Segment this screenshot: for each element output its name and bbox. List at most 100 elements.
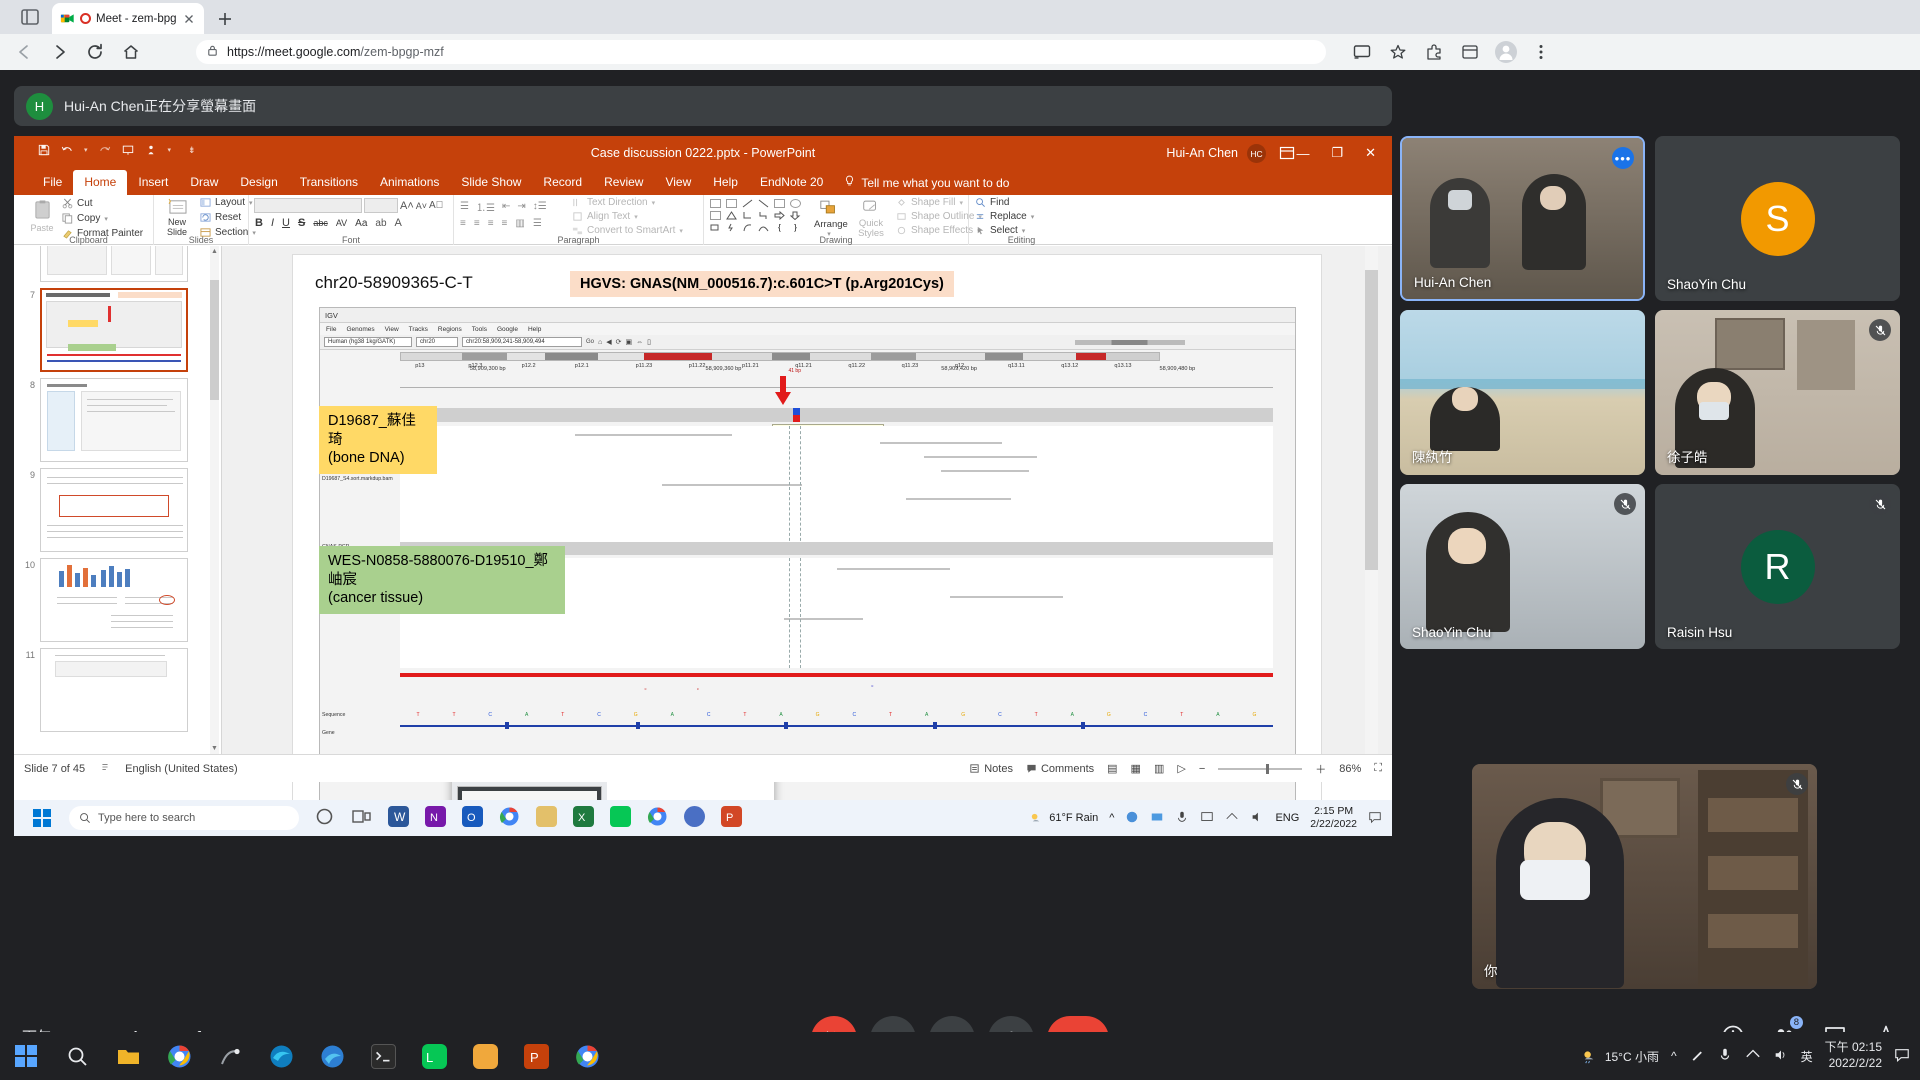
igv-menu-help[interactable]: Help — [528, 326, 541, 333]
layout-button[interactable]: Layout ▾ — [200, 197, 256, 208]
new-tab-button[interactable] — [214, 8, 236, 30]
tab-search-icon[interactable] — [20, 7, 42, 27]
copy-dropdown-icon[interactable]: ▾ — [104, 215, 108, 223]
slide-thumbnail-pane[interactable]: 7 8 9 10 11 ▲ ▼ — [14, 246, 222, 754]
minimize-button[interactable]: — — [1296, 146, 1309, 161]
igv-chromosome-select[interactable]: chr20 — [416, 337, 458, 347]
chrome-icon-os[interactable] — [167, 1044, 192, 1069]
shape-triangle[interactable] — [726, 211, 737, 220]
participant-tile-shaoyin-chu-avatar[interactable]: S ShaoYin Chu — [1655, 136, 1900, 301]
participant-tile-shaoyin-chu-video[interactable]: ShaoYin Chu — [1400, 484, 1645, 649]
os-network-icon[interactable] — [1745, 1047, 1761, 1066]
shape-rectangle[interactable] — [774, 199, 785, 208]
line-icon[interactable] — [610, 806, 631, 827]
shape-connector[interactable] — [758, 211, 769, 220]
language-indicator-taskbar[interactable]: ENG — [1275, 812, 1299, 824]
share-button-shortcut[interactable] — [1366, 312, 1384, 334]
network-icon[interactable] — [1225, 810, 1239, 827]
igv-home-icon[interactable]: ⌂ — [598, 339, 602, 346]
igv-menu-view[interactable]: View — [385, 326, 399, 333]
hgvs-annotation[interactable]: HGVS: GNAS(NM_000516.7):c.601C>T (p.Arg2… — [570, 271, 954, 297]
slide-thumbnail-6[interactable] — [22, 246, 221, 282]
italic-button[interactable]: I — [271, 217, 274, 229]
shape-lightning[interactable] — [726, 223, 737, 232]
callout-cancer-tissue[interactable]: WES-N0858-5880076-D19510_鄭岫宸 (cancer tis… — [319, 546, 565, 614]
shadow-button[interactable]: S — [298, 217, 305, 229]
comments-button[interactable]: Comments — [1026, 763, 1094, 775]
tray-icon-2[interactable] — [1150, 810, 1164, 827]
participant-tile-self[interactable]: 你 — [1472, 764, 1817, 989]
chrome-icon-os-2[interactable] — [575, 1044, 600, 1069]
igv-menu-file[interactable]: File — [326, 326, 336, 333]
shape-curve[interactable] — [742, 223, 753, 232]
igv-region-icon[interactable]: ▣ — [626, 338, 633, 346]
more-menu-icon[interactable] — [1531, 42, 1551, 62]
tab-file[interactable]: File — [32, 170, 73, 195]
arrange-label[interactable]: Arrange — [814, 219, 848, 230]
tab-draw[interactable]: Draw — [179, 170, 229, 195]
tab-endnote[interactable]: EndNote 20 — [749, 170, 834, 195]
strikethrough-button[interactable]: abc — [313, 218, 328, 228]
text-highlight-icon[interactable]: ab — [375, 218, 386, 229]
os-volume-icon[interactable] — [1773, 1047, 1789, 1066]
increase-indent-icon[interactable]: ⇥ — [517, 201, 525, 212]
powerpoint-user-avatar[interactable]: HC — [1247, 144, 1266, 163]
os-clock[interactable]: 下午 02:15 2022/2/22 — [1825, 1040, 1882, 1071]
shared-screen[interactable]: ▾ ▾ ⇟ Case discussion 0222.pptx - PowerP… — [14, 136, 1392, 836]
profile-icon[interactable] — [1495, 41, 1517, 63]
start-button-os[interactable] — [14, 1044, 39, 1069]
os-tray-pen-icon[interactable] — [1689, 1047, 1705, 1066]
notes-button[interactable]: Notes — [969, 763, 1013, 775]
slide-thumbnail-11[interactable]: 11 — [22, 648, 221, 732]
language-indicator[interactable]: English (United States) — [125, 763, 238, 775]
tab-design[interactable]: Design — [229, 170, 288, 195]
find-button[interactable]: Find — [975, 197, 1034, 208]
change-case-button[interactable]: Aa — [355, 218, 367, 229]
tab-help[interactable]: Help — [702, 170, 749, 195]
os-show-hidden-icons[interactable]: ^ — [1671, 1049, 1677, 1063]
shape-textbox[interactable] — [710, 199, 721, 208]
scroll-up-icon[interactable]: ▲ — [211, 248, 218, 255]
address-bar[interactable]: https://meet.google.com/zem-bpgp-mzf — [196, 40, 1326, 64]
replace-button[interactable]: Replace ▾ — [975, 211, 1034, 222]
tile-more-options-icon[interactable]: ••• — [1612, 147, 1634, 169]
tab-transitions[interactable]: Transitions — [289, 170, 369, 195]
star-icon[interactable] — [1388, 42, 1408, 62]
bullets-icon[interactable]: ☰ — [460, 201, 469, 212]
current-slide[interactable]: chr20-58909365-C-T HGVS: GNAS(NM_000516.… — [292, 254, 1322, 832]
accessibility-icon[interactable] — [99, 761, 111, 776]
notifications-icon[interactable] — [1368, 810, 1382, 827]
align-center-icon[interactable]: ≡ — [474, 218, 480, 229]
tab-review[interactable]: Review — [593, 170, 654, 195]
windows-search-box[interactable]: Type here to search — [69, 806, 299, 830]
app-icon-os-2[interactable] — [473, 1043, 498, 1069]
shape-rounded-rect[interactable] — [710, 211, 721, 220]
tab-view[interactable]: View — [654, 170, 702, 195]
font-size-select[interactable] — [364, 198, 398, 213]
collections-icon[interactable] — [1460, 42, 1480, 62]
extensions-icon[interactable] — [1424, 42, 1444, 62]
tab-animations[interactable]: Animations — [369, 170, 450, 195]
zoom-slider[interactable] — [1218, 763, 1303, 774]
igv-menu-tracks[interactable]: Tracks — [409, 326, 428, 333]
scroll-down-icon[interactable]: ▼ — [211, 745, 218, 752]
terminal-icon[interactable] — [371, 1043, 396, 1069]
back-arrow-icon[interactable] — [14, 42, 34, 62]
participant-tile-hui-an-chen[interactable]: ••• Hui-An Chen — [1400, 136, 1645, 301]
shape-right-brace[interactable]: } — [790, 223, 801, 232]
os-language-indicator[interactable]: 英 — [1801, 1048, 1813, 1065]
close-window-button[interactable]: ✕ — [1365, 145, 1376, 161]
ribbon-display-options-icon[interactable] — [1279, 145, 1296, 162]
search-icon-os[interactable] — [65, 1044, 90, 1069]
align-left-icon[interactable]: ≡ — [460, 218, 466, 229]
zoom-level[interactable]: 86% — [1339, 763, 1361, 775]
igv-menu-regions[interactable]: Regions — [438, 326, 462, 333]
igv-zoom-slider[interactable] — [1075, 339, 1185, 345]
igv-alignment-track-1[interactable] — [400, 426, 1273, 546]
participant-tile-raisin-hsu[interactable]: R Raisin Hsu — [1655, 484, 1900, 649]
chrome2-icon[interactable] — [647, 806, 668, 827]
igv-menu-genomes[interactable]: Genomes — [346, 326, 374, 333]
align-text-button[interactable]: Align Text ▾ — [572, 211, 683, 222]
chrome-icon[interactable] — [499, 806, 520, 827]
slide-thumbnail-8[interactable]: 8 — [22, 378, 221, 462]
